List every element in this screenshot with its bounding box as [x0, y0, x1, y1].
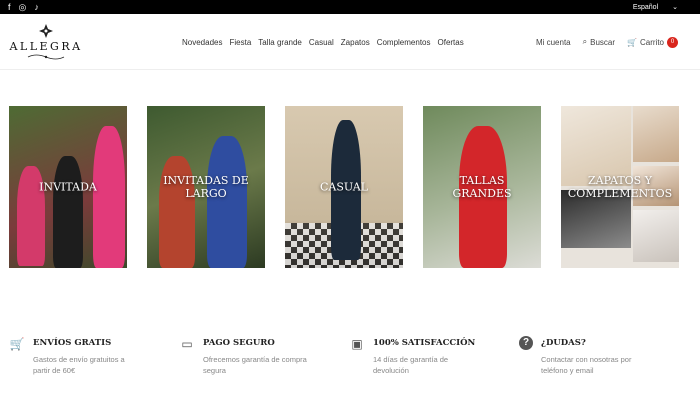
category-label: INVITADA — [39, 180, 97, 194]
nav-complementos[interactable]: Complementos — [377, 38, 431, 47]
site-header: ALLEGRA Novedades Fiesta Talla grande Ca… — [0, 14, 700, 70]
feature-title: ENVÍOS GRATIS — [33, 338, 112, 348]
category-card-invitadas-de-largo[interactable]: INVITADAS DE LARGO — [147, 106, 265, 268]
nav-fiesta[interactable]: Fiesta — [229, 38, 251, 47]
category-card-tallas-grandes[interactable]: TALLAS GRANDES — [423, 106, 541, 268]
crest-icon — [39, 23, 53, 38]
instagram-icon[interactable]: ◎ — [19, 0, 27, 14]
cart-icon: 🛒 — [627, 37, 637, 47]
social-links: f ◎ ♪ — [8, 0, 39, 14]
category-label: TALLAS GRANDES — [452, 173, 512, 200]
logo[interactable]: ALLEGRA — [9, 23, 83, 61]
nav-zapatos[interactable]: Zapatos — [341, 38, 370, 47]
logo-text: ALLEGRA — [9, 39, 83, 53]
cart-icon: 🛒 — [9, 337, 25, 351]
feature-text: 14 días de garantía de devolución — [373, 355, 449, 375]
category-label: INVITADAS DE LARGO — [163, 173, 249, 200]
nav-casual[interactable]: Casual — [309, 38, 334, 47]
feature-title: ¿DUDAS? — [541, 338, 586, 348]
chevron-down-icon: ⌄ — [672, 4, 678, 11]
model-figure — [93, 126, 125, 268]
nav-talla-grande[interactable]: Talla grande — [258, 38, 302, 47]
language-selector[interactable]: Español ⌄ — [632, 3, 678, 12]
feature-text: Contactar con nosotras por teléfono y em… — [541, 355, 632, 375]
top-bar: f ◎ ♪ Español ⌄ — [0, 0, 700, 14]
cart-count-badge: 0 — [667, 36, 678, 48]
nav-novedades[interactable]: Novedades — [182, 38, 222, 47]
language-label: Español — [632, 3, 659, 11]
earrings-photo — [633, 106, 679, 162]
feature-secure-payment: ▭ PAGO SEGURO Ofrecemos garantía de comp… — [179, 336, 349, 377]
wallet-icon: ▣ — [351, 337, 363, 351]
model-figure — [207, 136, 247, 268]
search-label: Buscar — [590, 37, 616, 47]
cart-label: Carrito — [639, 37, 664, 47]
feature-questions: ? ¿DUDAS? Contactar con nosotras por tel… — [519, 336, 689, 377]
main-nav: Novedades Fiesta Talla grande Casual Zap… — [182, 14, 464, 70]
category-label: ZAPATOS Y COMPLEMENTOS — [567, 173, 673, 200]
feature-title: 100% SATISFACCIÓN — [373, 338, 476, 348]
category-label: CASUAL — [319, 180, 369, 194]
model-figure — [53, 156, 83, 268]
question-icon: ? — [519, 336, 533, 350]
feature-text: Gastos de envío gratuitos a partir de 60… — [33, 355, 125, 375]
credit-card-icon: ▭ — [181, 337, 193, 351]
tiktok-icon[interactable]: ♪ — [34, 0, 39, 14]
nav-ofertas[interactable]: Ofertas — [438, 38, 464, 47]
cart-button[interactable]: 🛒 Carrito 0 — [627, 36, 678, 48]
flourish-icon — [27, 54, 65, 59]
features-row: 🛒 ENVÍOS GRATIS Gastos de envío gratuito… — [9, 336, 689, 377]
feature-satisfaction: ▣ 100% SATISFACCIÓN 14 días de garantía … — [349, 336, 519, 377]
search-icon: ⌕ — [582, 37, 588, 46]
category-card-invitada[interactable]: INVITADA — [9, 106, 127, 268]
category-grid: INVITADA INVITADAS DE LARGO CASUAL TALLA… — [9, 106, 679, 268]
facebook-icon[interactable]: f — [8, 0, 11, 14]
account-area: Mi cuenta ⌕ Buscar 🛒 Carrito 0 — [536, 14, 678, 70]
model-figure — [159, 156, 195, 268]
search-button[interactable]: ⌕ Buscar — [583, 37, 615, 47]
category-card-zapatos-y-complementos[interactable]: ZAPATOS Y COMPLEMENTOS — [561, 106, 679, 268]
feature-free-shipping: 🛒 ENVÍOS GRATIS Gastos de envío gratuito… — [9, 336, 179, 377]
feature-text: Ofrecemos garantía de compra segura — [203, 355, 307, 375]
accessory-photo — [633, 210, 679, 262]
category-card-casual[interactable]: CASUAL — [285, 106, 403, 268]
account-link[interactable]: Mi cuenta — [536, 38, 571, 47]
feature-title: PAGO SEGURO — [203, 338, 275, 348]
